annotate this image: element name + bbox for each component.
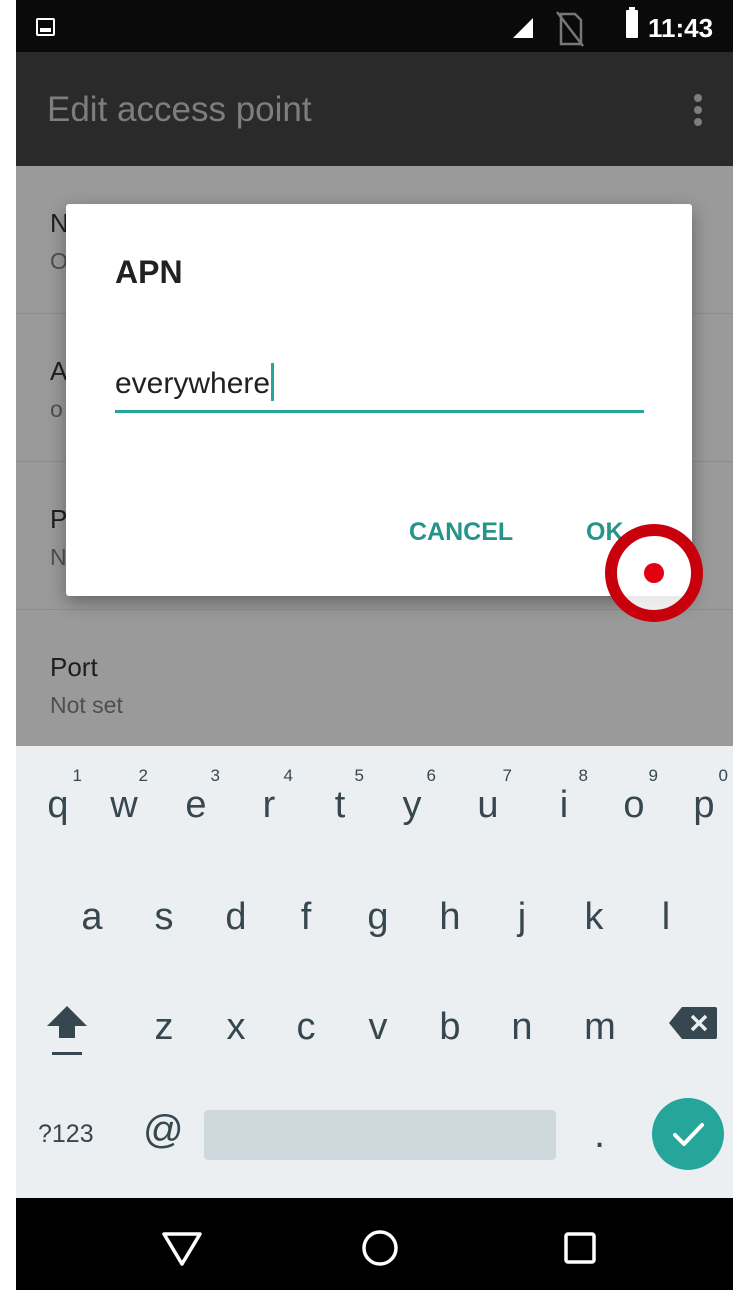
symbols-key[interactable]: ?123	[38, 1120, 94, 1149]
key-e[interactable]: 3e	[176, 766, 220, 827]
key-h[interactable]: h	[430, 896, 470, 939]
key-l[interactable]: l	[646, 896, 686, 939]
list-item-label: Port	[50, 652, 98, 682]
apn-input-value: everywhere	[115, 367, 271, 400]
key-o[interactable]: 9o	[614, 766, 658, 827]
list-item-value: Not set	[50, 692, 123, 718]
apn-dialog: APN everywhere CANCEL OK	[66, 204, 692, 596]
battery-icon	[626, 7, 638, 38]
android-screen: 11:43 Edit access point N O A o P N Port…	[16, 0, 733, 1290]
soft-keyboard: 1q 2w 3e 4r 5t 6y 7u 8i 9o 0p a s d f g …	[16, 746, 733, 1198]
back-triangle-icon[interactable]	[152, 1216, 212, 1276]
clock: 11:43	[648, 13, 714, 43]
shift-icon[interactable]	[46, 1004, 88, 1058]
page-title: Edit access point	[47, 90, 312, 129]
recents-square-icon[interactable]	[550, 1216, 610, 1276]
key-a[interactable]: a	[72, 896, 112, 939]
more-vert-icon[interactable]	[692, 94, 704, 130]
image-notification-icon	[36, 18, 55, 36]
no-sim-icon	[556, 11, 584, 47]
list-item-label: P	[50, 504, 68, 534]
key-p[interactable]: 0p	[684, 766, 728, 827]
key-w[interactable]: 2w	[104, 766, 148, 827]
home-circle-icon[interactable]	[350, 1216, 410, 1276]
list-item-value: N	[50, 544, 67, 570]
key-t[interactable]: 5t	[320, 766, 364, 827]
dialog-title: APN	[115, 254, 183, 290]
key-q[interactable]: 1q	[38, 766, 82, 827]
list-item-value: o	[50, 396, 63, 422]
signal-icon	[513, 18, 533, 38]
backspace-icon[interactable]	[668, 1006, 718, 1040]
check-icon	[673, 1123, 704, 1146]
key-j[interactable]: j	[502, 896, 542, 939]
key-s[interactable]: s	[144, 896, 184, 939]
enter-key[interactable]	[652, 1098, 724, 1170]
key-n[interactable]: n	[502, 1006, 542, 1049]
key-c[interactable]: c	[286, 1006, 326, 1049]
key-y[interactable]: 6y	[392, 766, 437, 827]
key-d[interactable]: d	[216, 896, 256, 939]
key-i[interactable]: 8i	[544, 766, 588, 827]
tap-indicator	[605, 524, 703, 622]
key-x[interactable]: x	[216, 1006, 256, 1049]
status-bar: 11:43	[16, 0, 733, 52]
cancel-button[interactable]: CANCEL	[409, 518, 513, 547]
key-b[interactable]: b	[430, 1006, 470, 1049]
list-item-port[interactable]: Port Not set	[16, 610, 733, 746]
apn-input[interactable]: everywhere	[115, 349, 644, 413]
space-bar[interactable]	[204, 1110, 556, 1160]
action-bar: Edit access point	[16, 52, 733, 166]
key-u[interactable]: 7u	[468, 766, 512, 827]
period-key[interactable]: .	[594, 1112, 605, 1157]
text-cursor	[271, 363, 275, 401]
key-z[interactable]: z	[144, 1006, 184, 1049]
navigation-bar	[16, 1198, 733, 1290]
key-f[interactable]: f	[286, 896, 326, 939]
key-g[interactable]: g	[358, 896, 398, 939]
list-item-label: A	[50, 356, 68, 386]
at-key[interactable]: @	[143, 1108, 184, 1153]
key-m[interactable]: m	[578, 1006, 622, 1049]
key-v[interactable]: v	[358, 1006, 398, 1049]
key-r[interactable]: 4r	[249, 766, 293, 827]
key-k[interactable]: k	[574, 896, 614, 939]
